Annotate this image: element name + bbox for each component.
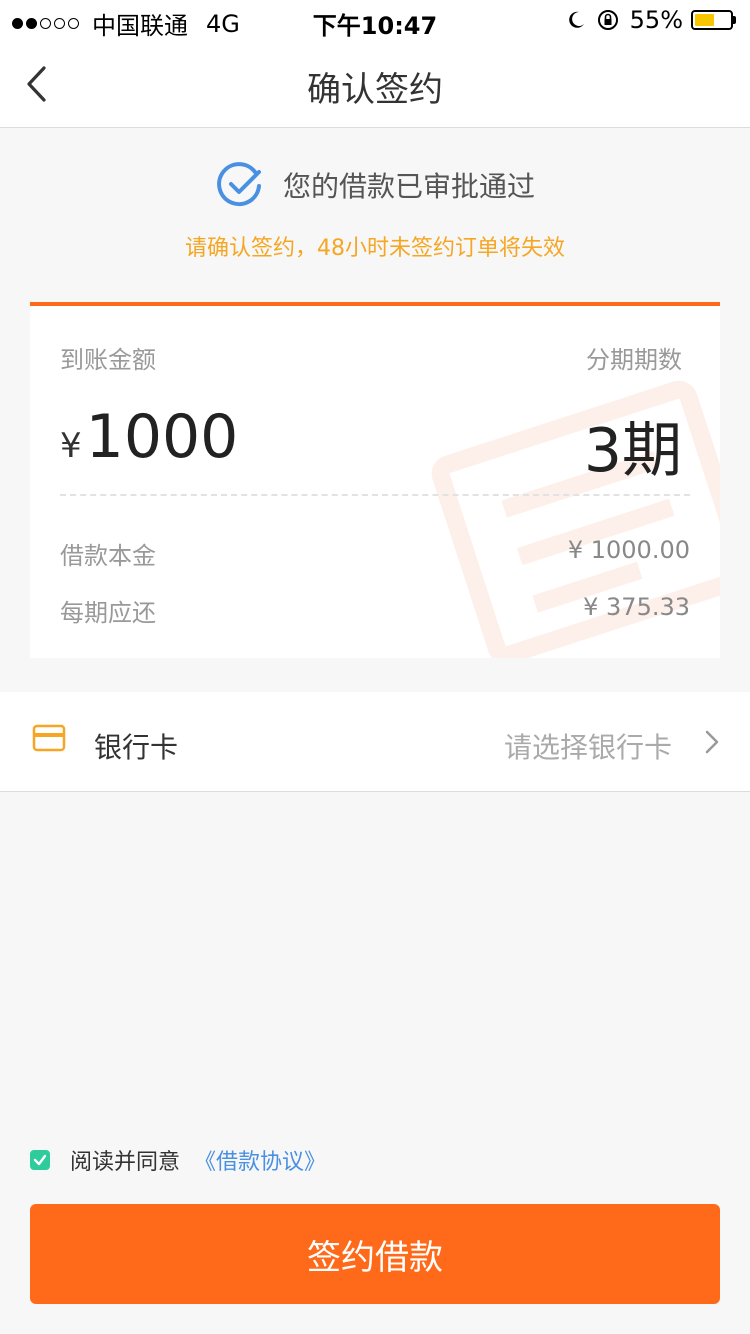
loan-agreement-link[interactable]: 《借款协议》: [194, 1144, 326, 1176]
agree-checkbox[interactable]: [30, 1150, 50, 1170]
status-right: 55%: [566, 6, 736, 34]
amount-value: ¥ 1000: [60, 402, 238, 472]
approval-message: 您的借款已审批通过: [282, 170, 535, 203]
installment-label: 每期应还: [60, 599, 156, 627]
term-label: 分期期数: [586, 346, 682, 374]
check-icon: [33, 1154, 47, 1166]
principal-label: 借款本金: [60, 542, 156, 570]
approval-status: 您的借款已审批通过: [0, 160, 750, 210]
bank-card-label: 银行卡: [94, 731, 179, 764]
moon-icon: [566, 10, 586, 30]
amount-number: 1000: [85, 402, 239, 472]
currency-symbol: ¥: [60, 426, 82, 466]
term-value: 3期: [583, 416, 682, 486]
battery-icon: [691, 10, 736, 30]
nav-bar: 确认签约: [0, 40, 750, 128]
agreement-row: 阅读并同意 《借款协议》: [30, 1144, 326, 1176]
bank-card-placeholder: 请选择银行卡: [503, 731, 672, 764]
credit-card-icon: [32, 724, 66, 752]
principal-value: ¥ 1000.00: [567, 536, 690, 564]
sign-loan-button[interactable]: 签约借款: [30, 1204, 720, 1304]
status-bar: 中国联通 4G 下午10:47 55%: [0, 0, 750, 40]
battery-percent: 55%: [629, 6, 683, 34]
check-circle-icon: [217, 162, 261, 207]
amount-label: 到账金额: [60, 346, 156, 374]
page-title: 确认签约: [307, 70, 443, 110]
dashed-divider: [60, 494, 690, 496]
rotation-lock-icon: [596, 8, 620, 32]
loan-summary-card: 到账金额 分期期数 ¥ 1000 3期 借款本金 ¥ 1000.00 每期应还 …: [30, 302, 720, 658]
chevron-right-icon: [705, 730, 719, 754]
expiry-notice: 请确认签约，48小时未签约订单将失效: [185, 236, 565, 261]
installment-value: ¥ 375.33: [583, 593, 690, 621]
agree-text: 阅读并同意: [70, 1150, 181, 1175]
bank-card-selector[interactable]: 银行卡 请选择银行卡: [0, 692, 750, 792]
